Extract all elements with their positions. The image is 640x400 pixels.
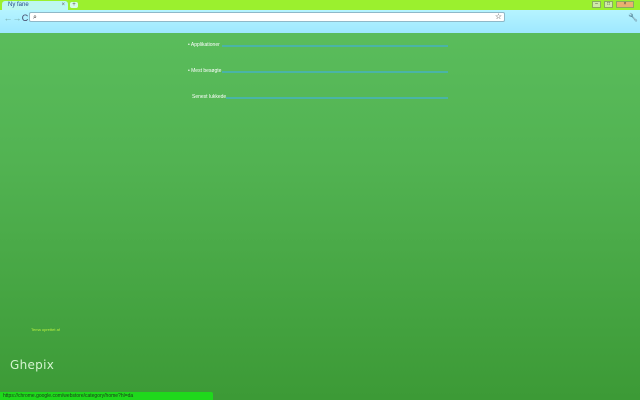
maximize-icon[interactable]: □ [604, 1, 613, 8]
section-label-apps[interactable]: • Applikationer [188, 41, 220, 49]
section-divider [222, 71, 448, 73]
section-apps[interactable]: • Applikationer [188, 41, 448, 49]
search-icon: ⌕ [33, 14, 37, 21]
toolbar: ← → C ⌕ ☆ 🔧 [0, 10, 640, 33]
section-label-recently-closed[interactable]: Senest lukkede [192, 93, 226, 101]
close-window-icon[interactable]: × [616, 1, 634, 8]
theme-credit: Tema oprettet af [31, 327, 60, 332]
section-most-visited[interactable]: • Mest besøgte [188, 67, 448, 75]
tab-new-tab[interactable]: Ny fane × [2, 1, 68, 10]
tab-title: Ny fane [8, 2, 29, 8]
tab-strip: Ny fane × + – □ × [0, 0, 640, 10]
tab-close-icon[interactable]: × [61, 1, 65, 10]
new-tab-button[interactable]: + [70, 2, 78, 8]
bookmark-star-icon[interactable]: ☆ [495, 12, 502, 22]
status-bar-url: https://chrome.google.com/webstore/categ… [0, 392, 213, 400]
section-recently-closed[interactable]: Senest lukkede [188, 93, 448, 101]
section-label-most-visited[interactable]: • Mest besøgte [188, 67, 221, 75]
section-divider [226, 97, 448, 99]
wrench-icon[interactable]: 🔧 [628, 13, 638, 23]
address-input[interactable] [42, 13, 482, 21]
minimize-icon[interactable]: – [592, 1, 601, 8]
theme-logo: Ghepix [10, 358, 55, 372]
section-divider [222, 45, 448, 47]
address-bar[interactable]: ⌕ ☆ [29, 12, 505, 22]
